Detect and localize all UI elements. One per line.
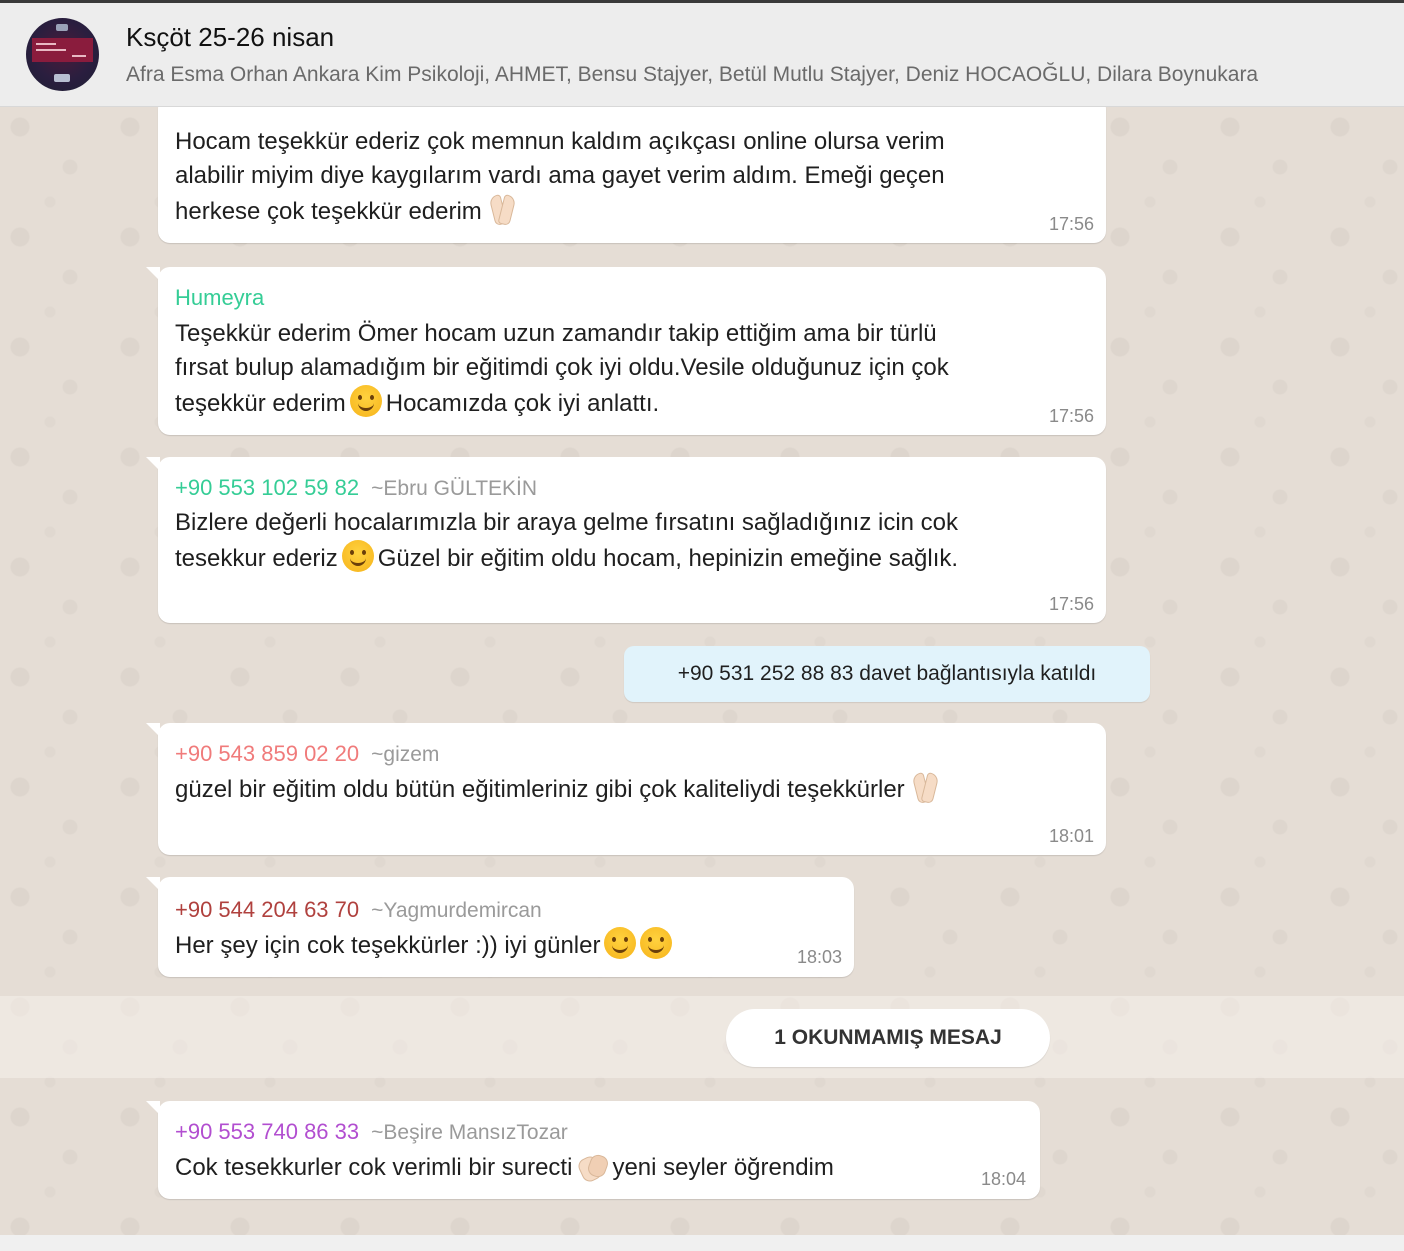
relaxed-face-icon: [341, 540, 374, 572]
message-timestamp: 17:56: [1048, 214, 1094, 234]
message-bubble[interactable]: +90 544 204 63 70 ~Yagmurdemircan Her şey…: [146, 877, 854, 977]
sender-name[interactable]: +90 544 204 63 70 ~Yagmurdemircan: [175, 897, 542, 923]
message-text-line: Hocam teşekkür ederiz çok memnun kaldım …: [175, 128, 945, 155]
unread-divider-band: [0, 996, 1404, 1078]
message-text-line: alabilir miyim diye kaygılarım vardı ama…: [175, 162, 945, 189]
message-list[interactable]: Hocam teşekkür ederiz çok memnun kaldım …: [0, 107, 1404, 1235]
message-text-line: Teşekkür ederim Ömer hocam uzun zamandır…: [175, 320, 937, 347]
message-text-line: Cok tesekkurler cok verimli bir surecti y…: [175, 1149, 834, 1185]
message-text-line: Her şey için cok teşekkürler :)) iyi gün…: [175, 927, 676, 963]
message-text: Hocamızda çok iyi anlattı.: [385, 390, 660, 417]
message-bubble[interactable]: Hocam teşekkür ederiz çok memnun kaldım …: [158, 107, 1106, 243]
sender-phone[interactable]: +90 543 859 02 20: [175, 741, 359, 766]
message-text-line: teşekkür ederim Hocamızda çok iyi anlattı…: [175, 385, 659, 421]
sender-phone[interactable]: +90 553 102 59 82: [175, 475, 359, 500]
unread-messages-divider: 1 OKUNMAMIŞ MESAJ: [726, 1009, 1050, 1067]
message-bubble[interactable]: Humeyra Teşekkür ederim Ömer hocam uzun …: [146, 267, 1106, 435]
smiling-face-icon: [349, 385, 382, 417]
message-timestamp: 18:04: [980, 1169, 1026, 1189]
sender-name[interactable]: +90 543 859 02 20 ~gizem: [175, 741, 439, 767]
chat-header[interactable]: Ksçöt 25-26 nisan Afra Esma Orhan Ankara…: [0, 3, 1404, 107]
message-text-line: tesekkur ederiz Güzel bir eğitim oldu hoc…: [175, 540, 958, 576]
chat-participants[interactable]: Afra Esma Orhan Ankara Kim Psikoloji, AH…: [126, 63, 1258, 87]
sender-name[interactable]: Humeyra: [175, 285, 264, 311]
sender-push-name: ~Yagmurdemircan: [371, 899, 542, 922]
avatar-banner-line: [36, 43, 56, 45]
message-text: yeni seyler öğrendim: [612, 1154, 834, 1181]
avatar-footer-logo-icon: [54, 74, 70, 82]
message-bubble[interactable]: +90 553 102 59 82 ~Ebru GÜLTEKİN Bizlere …: [146, 457, 1106, 623]
sender-phone[interactable]: +90 544 204 63 70: [175, 897, 359, 922]
message-text-line: Bizlere değerli hocalarımızla bir araya …: [175, 509, 959, 536]
sender-name[interactable]: +90 553 740 86 33 ~Beşire MansızTozar: [175, 1119, 568, 1145]
smiling-face-icon: [640, 927, 673, 959]
message-text-line: fırsat bulup alamadığım bir eğitimdi çok…: [175, 354, 949, 381]
message-bubble[interactable]: +90 553 740 86 33 ~Beşire MansızTozar Cok…: [146, 1101, 1040, 1199]
message-timestamp: 18:03: [796, 947, 842, 967]
sender-push-name: ~gizem: [371, 743, 440, 766]
clapping-hands-icon: [576, 1149, 608, 1181]
sender-name[interactable]: +90 553 102 59 82 ~Ebru GÜLTEKİN: [175, 475, 537, 501]
message-text-line: güzel bir eğitim oldu bütün eğitimlerini…: [175, 771, 945, 807]
smiling-face-icon: [604, 927, 637, 959]
sender-name-text[interactable]: Humeyra: [175, 285, 264, 310]
message-text: Cok tesekkurler cok verimli bir surecti: [175, 1154, 573, 1181]
message-bubble[interactable]: +90 543 859 02 20 ~gizem güzel bir eğitim…: [146, 723, 1106, 855]
avatar-banner-line: [36, 49, 66, 51]
chat-title[interactable]: Ksçöt 25-26 nisan: [126, 22, 334, 53]
sender-push-name: ~Ebru GÜLTEKİN: [371, 477, 538, 500]
group-avatar[interactable]: [26, 18, 99, 91]
message-timestamp: 17:56: [1048, 594, 1094, 614]
message-text-line: herkese çok teşekkür ederim: [175, 193, 522, 229]
message-text: herkese çok teşekkür ederim: [175, 198, 482, 225]
message-timestamp: 17:56: [1048, 406, 1094, 426]
folded-hands-icon: [486, 193, 518, 225]
message-text: güzel bir eğitim oldu bütün eğitimlerini…: [175, 776, 905, 803]
message-text: tesekkur ederiz: [175, 545, 338, 572]
avatar-logo-icon: [56, 24, 68, 31]
sender-phone[interactable]: +90 553 740 86 33: [175, 1119, 359, 1144]
message-text: teşekkür ederim: [175, 390, 346, 417]
message-text: Her şey için cok teşekkürler :)) iyi gün…: [175, 932, 601, 959]
composer-bar-edge: [0, 1235, 1404, 1251]
avatar-banner-line: [72, 55, 86, 57]
sender-push-name: ~Beşire MansızTozar: [371, 1121, 568, 1144]
system-message: +90 531 252 88 83 davet bağlantısıyla ka…: [624, 646, 1150, 702]
message-text: Güzel bir eğitim oldu hocam, hepinizin e…: [377, 545, 959, 572]
folded-hands-icon: [909, 771, 941, 803]
message-timestamp: 18:01: [1048, 826, 1094, 846]
